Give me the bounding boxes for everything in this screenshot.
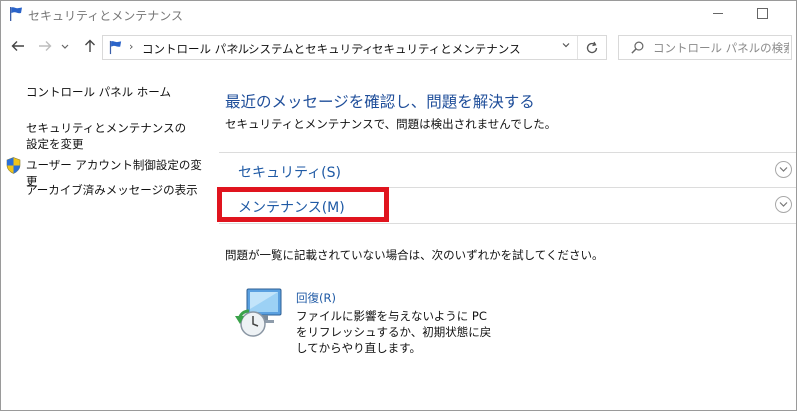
maximize-icon — [756, 8, 768, 19]
page-title: 最近のメッセージを確認し、問題を解決する — [225, 93, 535, 111]
chevron-down-icon — [562, 43, 570, 48]
recovery-description: ファイルに影響を与えないように PC をリフレッシュするか、初期状態に戻してから… — [296, 309, 492, 355]
divider — [219, 223, 796, 224]
up-button[interactable] — [81, 38, 99, 56]
section-security-label: セキュリティ(S) — [238, 165, 341, 181]
navigation-bar: › コントロール パネル › システムとセキュリティ › セキュリティとメンテナ… — [1, 31, 796, 65]
address-dropdown-button[interactable] — [556, 36, 576, 59]
window-title: セキュリティとメンテナンス — [28, 9, 184, 23]
refresh-button[interactable] — [577, 36, 606, 59]
uac-shield-icon — [6, 157, 21, 174]
breadcrumb-separator-icon: › — [129, 40, 134, 53]
section-maintenance-label: メンテナンス(M) — [238, 200, 345, 216]
sidebar-link-control-panel-home[interactable]: コントロール パネル ホーム — [26, 84, 171, 100]
recovery-link[interactable]: 回復(R) — [296, 290, 336, 306]
status-message: セキュリティとメンテナンスで、問題は検出されませんでした。 — [225, 117, 557, 131]
up-arrow-icon — [85, 39, 95, 52]
hint-text: 問題が一覧に記載されていない場合は、次のいずれかを試してください。 — [225, 248, 604, 262]
search-icon — [631, 41, 644, 54]
recent-locations-button[interactable] — [59, 38, 71, 56]
breadcrumb-separator-icon: › — [359, 40, 364, 53]
forward-arrow-icon — [39, 41, 52, 51]
breadcrumb-system-security[interactable]: システムとセキュリティ — [248, 41, 373, 57]
section-security[interactable]: セキュリティ(S) — [219, 153, 796, 187]
back-button[interactable] — [9, 38, 27, 56]
expand-chevron-icon[interactable] — [775, 196, 792, 213]
sidebar: コントロール パネル ホーム セキュリティとメンテナンスの設定を変更 ユーザー … — [1, 65, 206, 410]
refresh-icon — [586, 41, 598, 54]
maximize-button[interactable] — [743, 1, 781, 27]
back-arrow-icon — [11, 41, 24, 51]
sidebar-link-archived-messages[interactable]: アーカイブ済みメッセージの表示 — [26, 182, 198, 198]
breadcrumb-separator-icon: › — [234, 40, 239, 53]
recovery-icon — [235, 288, 282, 337]
window: セキュリティとメンテナンス › コントロール パネル › システムとセキュリティ… — [0, 0, 797, 411]
section-maintenance[interactable]: メンテナンス(M) — [219, 188, 796, 222]
forward-button[interactable] — [36, 38, 54, 56]
flag-icon — [10, 7, 22, 21]
minimize-icon — [713, 13, 723, 14]
breadcrumb-security-maintenance[interactable]: セキュリティとメンテナンス — [372, 41, 521, 57]
search-box[interactable] — [618, 35, 792, 60]
title-bar: セキュリティとメンテナンス — [1, 1, 796, 29]
main-content: 最近のメッセージを確認し、問題を解決する セキュリティとメンテナンスで、問題は検… — [206, 65, 796, 410]
expand-chevron-icon[interactable] — [775, 161, 792, 178]
minimize-button[interactable] — [699, 1, 737, 27]
chevron-down-icon — [61, 44, 69, 49]
address-bar[interactable]: › コントロール パネル › システムとセキュリティ › セキュリティとメンテナ… — [102, 35, 607, 60]
flag-icon — [109, 40, 122, 55]
sidebar-link-change-settings[interactable]: セキュリティとメンテナンスの設定を変更 — [26, 120, 196, 152]
search-input[interactable] — [653, 38, 789, 57]
